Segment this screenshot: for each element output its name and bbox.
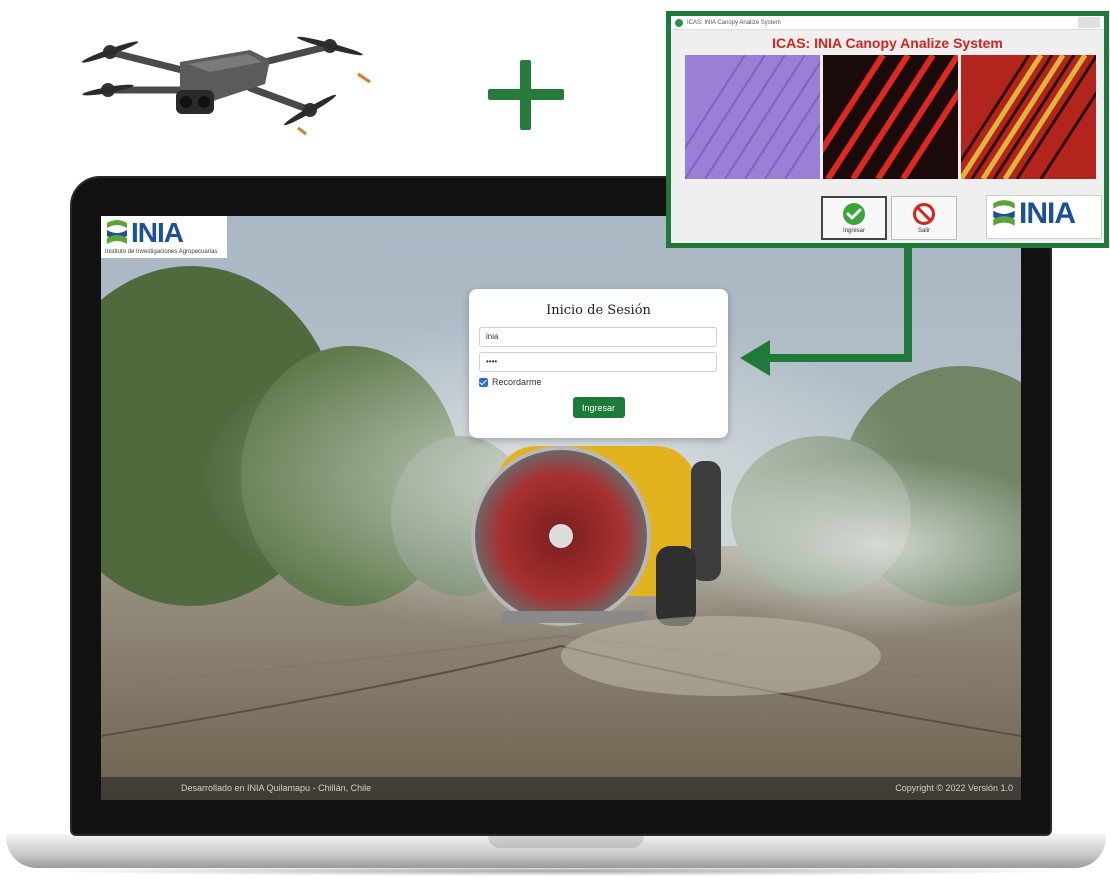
drone-image bbox=[81, 36, 371, 136]
login-title: Inicio de Sesión bbox=[546, 303, 651, 318]
icas-window-title: ICAS: INIA Canopy Analize System bbox=[687, 19, 781, 26]
icas-action-bar: Ingresar Salir bbox=[821, 196, 957, 240]
icas-ingresar-label: Ingresar bbox=[842, 228, 865, 234]
window-controls[interactable] bbox=[1078, 17, 1100, 28]
inia-logo-subtitle: Instituto de Investigaciones Agropecuari… bbox=[105, 249, 218, 255]
canopy-image-purple bbox=[685, 55, 820, 179]
no-entry-icon bbox=[913, 203, 935, 225]
login-card: Inicio de Sesión inia •••• Recordarme In… bbox=[469, 289, 728, 438]
password-field[interactable]: •••• bbox=[479, 352, 717, 372]
icas-salir-button[interactable]: Salir bbox=[891, 196, 957, 240]
canopy-image-classified bbox=[961, 55, 1096, 179]
laptop-notch bbox=[488, 834, 644, 848]
icas-heading: ICAS: INIA Canopy Analize System bbox=[772, 35, 1003, 51]
remember-me-checkbox[interactable] bbox=[479, 377, 488, 387]
canopy-image-red bbox=[823, 55, 958, 179]
icas-app-window: ICAS: INIA Canopy Analize System ICAS: I… bbox=[666, 11, 1109, 248]
icas-inia-logo-text: INIA bbox=[1019, 197, 1076, 230]
inia-leaf-icon bbox=[107, 220, 127, 244]
icas-app-icon bbox=[675, 18, 683, 27]
username-field[interactable]: inia bbox=[479, 327, 717, 347]
footer-copyright-text: Copyright © 2022 Versión 1.0 bbox=[895, 783, 1013, 793]
remember-me-label: Recordarme bbox=[492, 377, 542, 387]
plus-icon bbox=[488, 60, 564, 130]
connector-arrow-icon bbox=[740, 246, 912, 376]
icas-ingresar-button[interactable]: Ingresar bbox=[821, 196, 887, 240]
icas-titlebar: ICAS: INIA Canopy Analize System bbox=[671, 16, 1104, 30]
remember-me-row[interactable]: Recordarme bbox=[479, 377, 718, 387]
icas-inia-logo: INIA bbox=[986, 195, 1102, 239]
footer-developed-text: Desarrollado en INIA Quilamapu - Chillán… bbox=[181, 783, 372, 793]
inia-logo-text: INIA bbox=[131, 217, 184, 248]
page-footer: Desarrollado en INIA Quilamapu - Chillán… bbox=[101, 777, 1021, 800]
login-submit-button[interactable]: Ingresar bbox=[572, 397, 625, 418]
canopy-image-strip bbox=[685, 55, 1096, 179]
inia-leaf-icon bbox=[993, 200, 1015, 226]
inia-logo: INIA Instituto de Investigaciones Agrope… bbox=[101, 216, 227, 258]
check-circle-icon bbox=[843, 203, 865, 225]
icas-salir-label: Salir bbox=[917, 228, 930, 234]
